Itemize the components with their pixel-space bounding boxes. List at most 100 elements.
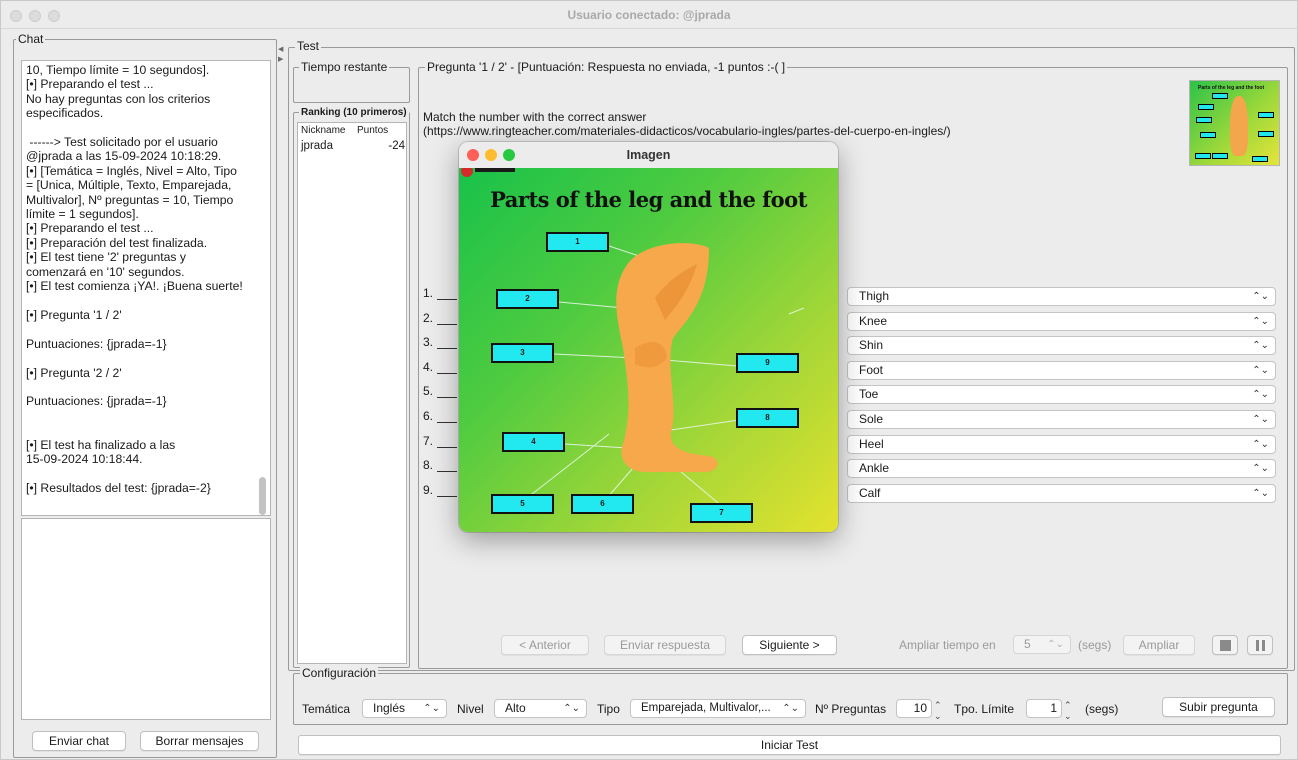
question-image-thumbnail[interactable]: Parts of the leg and the foot — [1189, 80, 1280, 166]
thumbnail-label-box — [1196, 117, 1212, 123]
stop-button[interactable] — [1212, 635, 1238, 655]
time-limit-stepper-icon[interactable]: ⌃ ⌄ — [1064, 700, 1072, 722]
type-value: Emparejada, Multivalor,... — [641, 702, 771, 714]
match-answer-select[interactable]: Toe ⌃⌄ — [847, 385, 1276, 405]
upload-question-button[interactable]: Subir pregunta — [1162, 697, 1275, 717]
title-bar: Usuario conectado: @jprada — [1, 1, 1297, 29]
leg-label-box-8: 8 — [736, 408, 799, 428]
question-text: Match the number with the correct answer… — [423, 110, 951, 138]
thumbnail-label-box — [1212, 153, 1228, 159]
level-select[interactable]: Alto ⌃⌄ — [494, 699, 587, 718]
expand-right-icon[interactable]: ▶ — [278, 55, 283, 63]
num-questions-stepper-icon[interactable]: ⌃ ⌄ — [934, 700, 942, 722]
dialog-title-bar[interactable]: Imagen — [459, 142, 838, 168]
extend-time-label: Ampliar tiempo en — [899, 638, 996, 652]
start-test-button[interactable]: Iniciar Test — [298, 735, 1281, 755]
select-arrows-icon: ⌃⌄ — [1252, 487, 1269, 499]
leg-label-box-9: 9 — [736, 353, 799, 373]
clear-messages-button[interactable]: Borrar mensajes — [140, 731, 259, 751]
match-answer-value: Sole — [859, 412, 884, 426]
level-value: Alto — [505, 701, 526, 715]
match-number-label: 1. — [423, 286, 434, 300]
match-number-blank — [437, 397, 457, 399]
level-label: Nivel — [457, 702, 484, 716]
match-number-label: 8. — [423, 458, 434, 473]
match-number-blank — [437, 446, 457, 448]
match-answer-select[interactable]: Thigh ⌃⌄ — [847, 287, 1276, 306]
dialog-title: Imagen — [626, 148, 671, 162]
topic-select[interactable]: Inglés ⌃⌄ — [362, 699, 447, 718]
chat-input[interactable] — [21, 518, 271, 720]
leg-label-box-7: 7 — [690, 503, 753, 523]
app-window: Usuario conectado: @jprada Chat 10, Tiem… — [0, 0, 1298, 760]
select-arrows-icon: ⌃⌄ — [1252, 291, 1269, 302]
stop-icon — [1219, 640, 1231, 651]
collapse-left-icon[interactable]: ◀ — [278, 45, 283, 53]
match-answer-select[interactable]: Foot ⌃⌄ — [847, 360, 1276, 380]
ranking-table[interactable]: Nickname Puntos jprada -24 — [297, 122, 407, 664]
match-answer-value: Knee — [859, 313, 888, 328]
question-line-1: Match the number with the correct answer — [423, 110, 647, 124]
match-answer-select[interactable]: Calf ⌃⌄ — [847, 483, 1276, 503]
thumbnail-label-box — [1200, 132, 1216, 138]
time-limit-input[interactable]: 1 — [1026, 699, 1062, 718]
match-answer-select[interactable]: Ankle ⌃⌄ — [847, 459, 1276, 479]
test-legend: Test — [295, 39, 322, 53]
config-legend: Configuración — [300, 666, 379, 680]
question-line-2: (https://www.ringteacher.com/materiales-… — [423, 124, 951, 138]
thumbnail-title: Parts of the leg and the foot — [1198, 85, 1265, 91]
match-answer-select[interactable]: Knee ⌃⌄ — [847, 311, 1276, 331]
match-number-blank — [437, 372, 457, 374]
select-arrows-icon: ⌃⌄ — [1252, 414, 1269, 425]
select-arrows-icon: ⌃⌄ — [563, 703, 580, 714]
pause-button[interactable] — [1247, 635, 1273, 655]
thumbnail-label-box — [1198, 104, 1214, 110]
num-questions-input[interactable]: 10 — [896, 699, 932, 718]
chat-messages[interactable]: 10, Tiempo límite = 10 segundos]. [•] Pr… — [21, 60, 271, 516]
match-answer-select[interactable]: Sole ⌃⌄ — [847, 410, 1276, 429]
match-answer-value: Foot — [859, 362, 884, 377]
match-number-label: 9. — [423, 482, 434, 497]
match-answer-select[interactable]: Shin ⌃⌄ — [847, 336, 1276, 356]
topic-value: Inglés — [373, 701, 406, 715]
next-button[interactable]: Siguiente > — [742, 635, 837, 655]
match-number-blank — [437, 299, 457, 300]
match-answer-select[interactable]: Heel ⌃⌄ — [847, 434, 1276, 454]
match-number-blank — [437, 495, 457, 497]
leg-label-box-1: 1 — [546, 232, 609, 252]
row-nickname: jprada — [301, 140, 333, 152]
select-arrows-icon: ⌃⌄ — [782, 703, 799, 714]
window-title: Usuario conectado: @jprada — [567, 8, 731, 22]
thumbnail-label-box — [1252, 156, 1268, 162]
pause-icon — [1255, 640, 1259, 651]
time-remaining-legend: Tiempo restante — [299, 60, 390, 74]
extend-time-select[interactable]: 5 ⌃⌄ — [1013, 635, 1071, 654]
type-select[interactable]: Emparejada, Multivalor,... ⌃⌄ — [630, 699, 806, 718]
split-pane-divider[interactable]: ◀ ▶ — [278, 39, 286, 759]
match-number-label: 2. — [423, 310, 434, 325]
match-answer-value: Calf — [859, 485, 881, 500]
match-number-label: 6. — [423, 409, 434, 423]
thumbnail-label-box — [1258, 131, 1274, 137]
select-arrows-icon: ⌃⌄ — [1252, 438, 1269, 450]
previous-button[interactable]: < Anterior — [501, 635, 589, 655]
thumbnail-label-box — [1212, 93, 1228, 99]
leg-label-box-6: 6 — [571, 494, 634, 514]
row-points: -24 — [388, 140, 405, 152]
question-legend: Pregunta '1 / 2' - [Puntuación: Respuest… — [425, 60, 788, 74]
select-arrows-icon: ⌃⌄ — [1252, 463, 1269, 475]
select-arrows-icon: ⌃⌄ — [1252, 389, 1269, 401]
extend-button[interactable]: Ampliar — [1123, 635, 1195, 655]
match-answer-value: Toe — [859, 387, 879, 402]
chat-scrollbar-thumb[interactable] — [259, 477, 266, 515]
match-answer-value: Ankle — [859, 461, 890, 476]
thumbnail-label-box — [1195, 153, 1211, 159]
select-arrows-icon: ⌃⌄ — [1047, 639, 1064, 650]
leg-label-box-3: 3 — [491, 343, 554, 363]
match-number-blank — [437, 471, 457, 473]
send-answer-button[interactable]: Enviar respuesta — [604, 635, 726, 655]
type-label: Tipo — [597, 702, 620, 716]
send-chat-button[interactable]: Enviar chat — [32, 731, 126, 751]
extend-time-value: 5 — [1024, 637, 1031, 651]
time-limit-label: Tpo. Límite — [954, 702, 1015, 716]
